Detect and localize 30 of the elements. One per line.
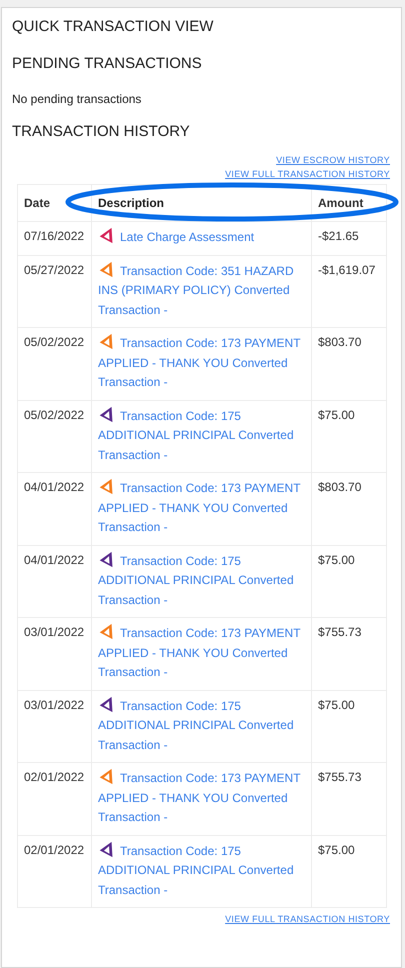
amount-cell: $75.00: [312, 400, 386, 472]
date-cell: 05/27/2022: [18, 255, 92, 328]
amount-cell: $803.70: [312, 472, 386, 545]
date-cell: 03/01/2022: [18, 690, 92, 762]
amount-cell: $75.00: [312, 690, 386, 762]
date-cell: 04/01/2022: [18, 472, 92, 545]
amount-cell: -$21.65: [312, 222, 386, 255]
date-cell: 07/16/2022: [18, 222, 92, 255]
history-link[interactable]: VIEW FULL TRANSACTION HISTORY: [225, 169, 390, 179]
empty-message: No pending transactions: [12, 92, 142, 106]
date-cell: 04/01/2022: [18, 545, 92, 618]
history-link[interactable]: VIEW FULL TRANSACTION HISTORY: [225, 914, 390, 924]
column-header: Amount: [312, 184, 386, 222]
date-cell: 02/01/2022: [18, 835, 92, 908]
date-cell: 05/02/2022: [18, 400, 92, 472]
section-heading: TRANSACTION HISTORY: [12, 122, 191, 142]
date-cell: 05/02/2022: [18, 328, 92, 400]
amount-cell: $755.73: [312, 618, 386, 690]
date-cell: 03/01/2022: [18, 618, 92, 690]
amount-cell: $75.00: [312, 835, 386, 908]
amount-cell: $75.00: [312, 545, 386, 618]
column-header: Description: [92, 184, 312, 222]
section-heading: PENDING TRANSACTIONS: [12, 54, 203, 74]
date-cell: 02/01/2022: [18, 762, 92, 835]
page-title: QUICK TRANSACTION VIEW: [12, 17, 214, 37]
history-link[interactable]: VIEW ESCROW HISTORY: [276, 155, 390, 165]
amount-cell: $755.73: [312, 762, 386, 835]
amount-cell: -$1,619.07: [312, 255, 386, 328]
amount-cell: $803.70: [312, 328, 386, 400]
column-header: Date: [18, 184, 92, 222]
